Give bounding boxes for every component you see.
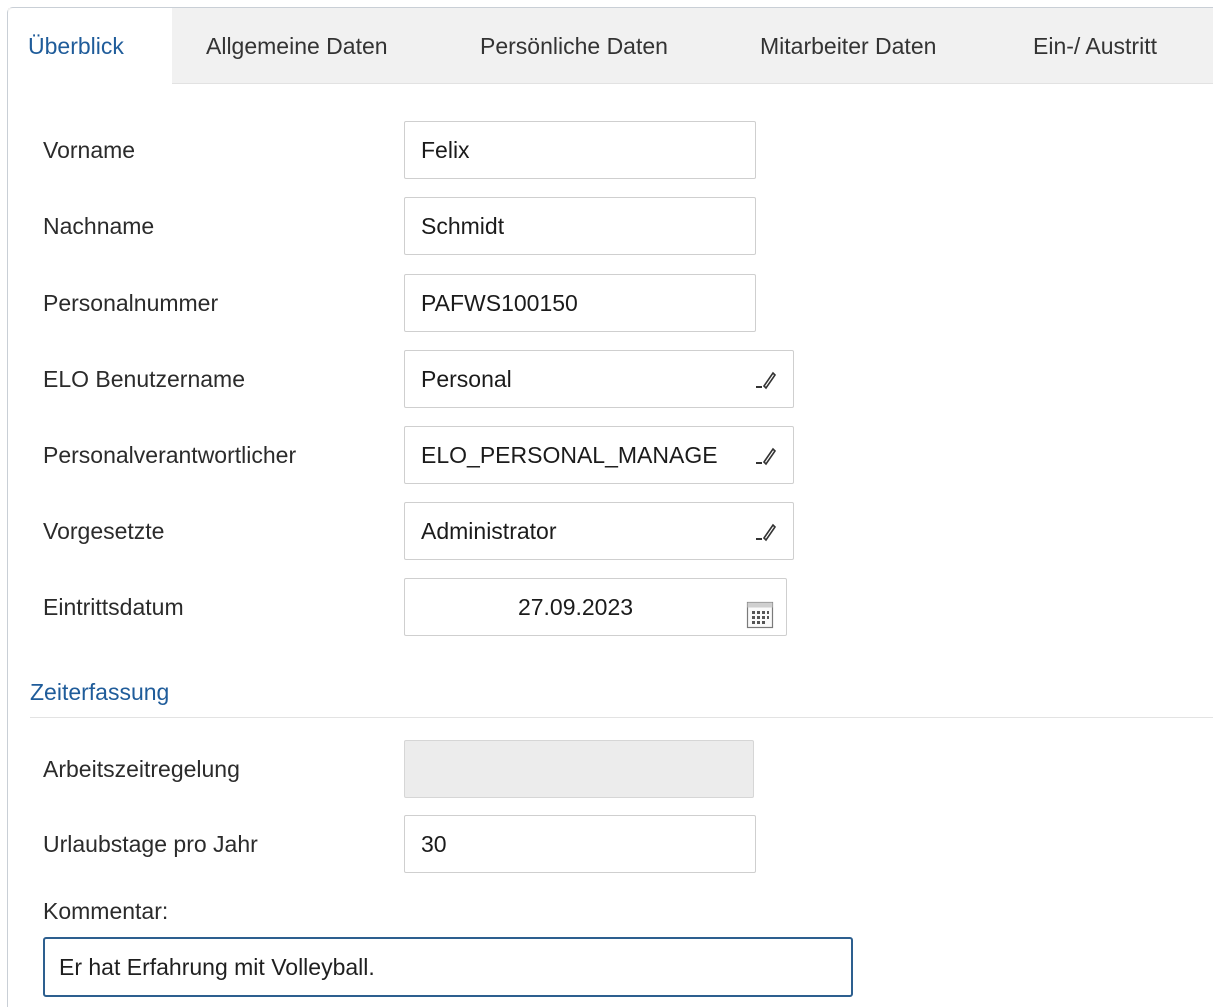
tab-mitarbeiter-daten[interactable]: Mitarbeiter Daten: [760, 8, 936, 84]
kommentar-label: Kommentar:: [43, 898, 169, 924]
nachname-field[interactable]: Schmidt: [404, 197, 756, 255]
urlaub-value: 30: [421, 831, 447, 857]
kommentar-value: Er hat Erfahrung mit Volleyball.: [59, 954, 375, 980]
eintrittsdatum-label: Eintrittsdatum: [43, 594, 184, 620]
vorname-value: Felix: [421, 137, 470, 163]
vorgesetzte-field[interactable]: Administrator: [404, 502, 794, 560]
tab-ein-austritt[interactable]: Ein-/ Austritt: [1033, 8, 1157, 84]
verantwortlicher-label: Personalverantwortlicher: [43, 442, 297, 468]
zeiterfassung-heading: Zeiterfassung: [30, 679, 170, 705]
benutzername-field[interactable]: Personal: [404, 350, 794, 408]
personalnummer-field[interactable]: PAFWS100150: [404, 274, 756, 332]
tab-persoenliche-daten[interactable]: Persönliche Daten: [480, 8, 668, 84]
vorgesetzte-value: Administrator: [421, 518, 557, 544]
urlaub-field[interactable]: 30: [404, 815, 756, 873]
kommentar-field[interactable]: Er hat Erfahrung mit Volleyball.: [43, 937, 853, 997]
eintrittsdatum-value: 27.09.2023: [517, 594, 634, 620]
verantwortlicher-value: ELO_PERSONAL_MANAGE: [421, 442, 718, 468]
pencil-icon[interactable]: [753, 503, 779, 559]
eintrittsdatum-field[interactable]: 27.09.2023: [404, 578, 787, 636]
tab-bar: Überblick Allgemeine Daten Persönliche D…: [8, 8, 1213, 85]
tab-ueberblick[interactable]: Überblick: [8, 8, 172, 85]
arbeitszeit-field: [404, 740, 754, 798]
pencil-icon[interactable]: [753, 351, 779, 407]
nachname-value: Schmidt: [421, 213, 505, 239]
arbeitszeit-label: Arbeitszeitregelung: [43, 756, 240, 782]
calendar-icon[interactable]: [746, 593, 774, 629]
nachname-label: Nachname: [43, 213, 155, 239]
vorname-label: Vorname: [43, 137, 136, 163]
pencil-icon[interactable]: [753, 427, 779, 483]
benutzername-value: Personal: [421, 366, 512, 392]
benutzername-label: ELO Benutzername: [43, 366, 246, 392]
personalnummer-label: Personalnummer: [43, 290, 219, 316]
verantwortlicher-field[interactable]: ELO_PERSONAL_MANAGE: [404, 426, 794, 484]
personalnummer-value: PAFWS100150: [421, 290, 578, 316]
urlaub-label: Urlaubstage pro Jahr: [43, 831, 258, 857]
section-divider: [30, 717, 1213, 718]
vorname-field[interactable]: Felix: [404, 121, 756, 179]
vorgesetzte-label: Vorgesetzte: [43, 518, 165, 544]
tab-allgemeine-daten[interactable]: Allgemeine Daten: [206, 8, 388, 84]
